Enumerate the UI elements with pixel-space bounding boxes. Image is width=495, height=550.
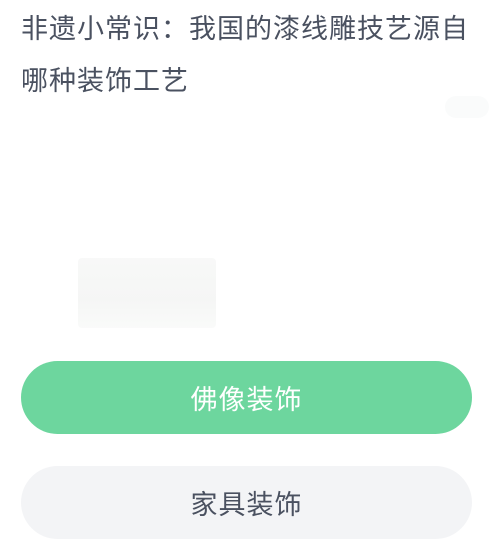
question-text: 非遗小常识：我国的漆线雕技艺源自哪种装饰工艺 xyxy=(21,14,469,97)
faded-badge xyxy=(445,96,489,118)
faded-image-placeholder xyxy=(78,258,216,328)
answer-option-buddha-statue-decoration[interactable]: 佛像装饰 xyxy=(21,361,472,434)
answer-option-furniture-decoration[interactable]: 家具装饰 xyxy=(21,466,472,539)
quiz-screen: { "question": { "text": "非遗小常识：我国的漆线雕技艺源… xyxy=(0,0,495,550)
